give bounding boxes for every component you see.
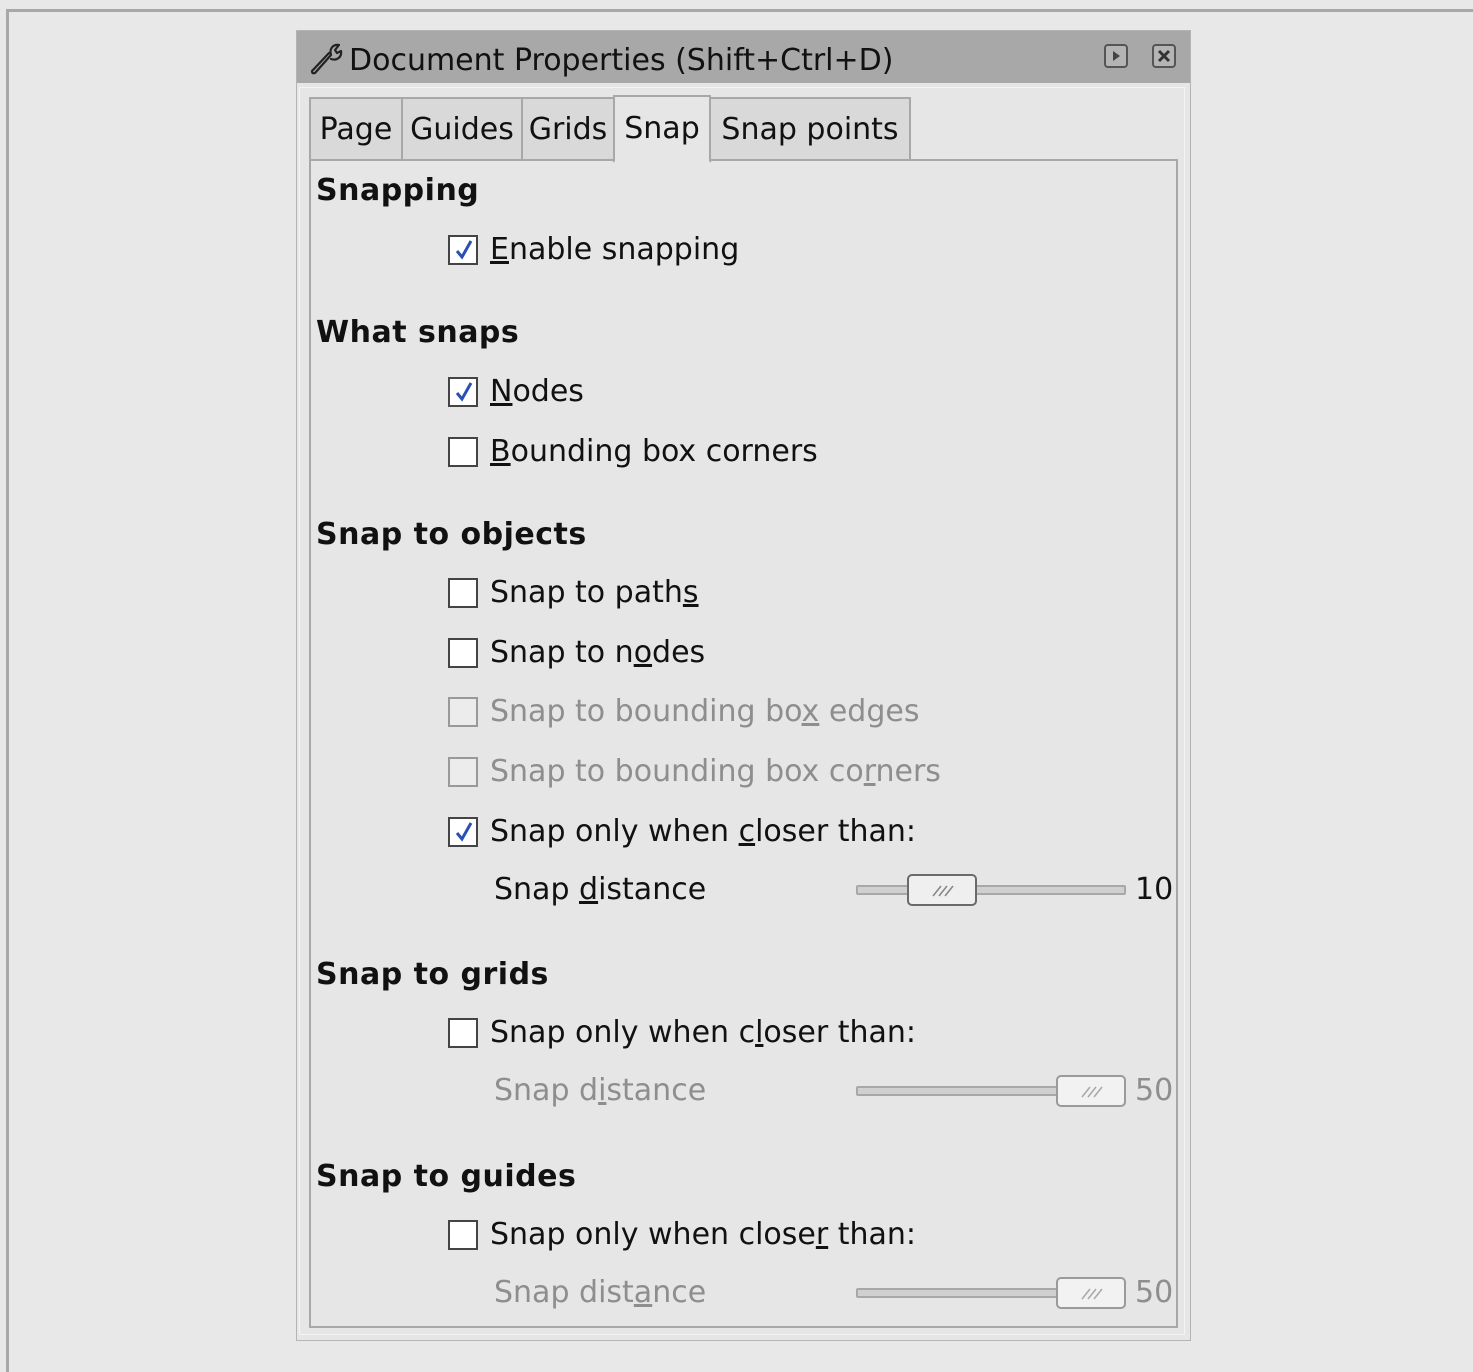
label-text: Snap to bounding box co xyxy=(490,754,864,789)
label-text: nce xyxy=(652,1275,707,1310)
checkbox-label: Snap only when closer than: xyxy=(490,813,916,851)
mnemonic-char: x xyxy=(801,694,820,729)
tab-label: Snap xyxy=(624,111,700,146)
label-text: des xyxy=(652,635,706,670)
checkbox-box[interactable] xyxy=(448,1018,478,1048)
checkbox-box[interactable] xyxy=(448,377,478,407)
slider-thumb[interactable] xyxy=(1056,1075,1126,1107)
label-text: loser than: xyxy=(755,814,917,849)
grip-icon xyxy=(931,885,954,897)
label-text: ounding box corners xyxy=(510,434,818,469)
checkbox-box[interactable] xyxy=(448,578,478,608)
tab-label: Grids xyxy=(528,112,608,147)
tab-label: Guides xyxy=(410,112,514,147)
slider-value: 50 xyxy=(1135,1073,1174,1108)
label-text: odes xyxy=(512,374,584,409)
checkbox-label: Snap to paths xyxy=(490,574,699,612)
label-text: Snap only when xyxy=(490,814,739,849)
shade-icon xyxy=(1113,51,1120,61)
label-text: than: xyxy=(828,1217,917,1252)
guides-snap-distance-slider[interactable]: Snap distance 50 xyxy=(297,1272,1190,1316)
tab-snap[interactable]: Snap xyxy=(613,95,711,163)
tab-label: Page xyxy=(319,112,393,147)
mnemonic-char: r xyxy=(815,1217,829,1252)
label-text: Snap dist xyxy=(494,1275,634,1310)
label-text: istance xyxy=(598,872,707,907)
heading-what-snaps: What snaps xyxy=(316,315,520,350)
heading-snap-to-guides: Snap to guides xyxy=(316,1159,577,1194)
checkmark-icon xyxy=(455,240,473,260)
tab-grids[interactable]: Grids xyxy=(521,97,615,159)
label-text: Snap to n xyxy=(490,635,634,670)
mnemonic-char: a xyxy=(633,1275,653,1310)
slider-label: Snap distance xyxy=(494,1274,706,1312)
checkbox-label: Bounding box corners xyxy=(490,433,818,471)
objects-snap-distance-slider[interactable]: Snap distance 10 xyxy=(297,869,1190,913)
mnemonic-char: c xyxy=(738,814,756,849)
grids-snap-distance-slider[interactable]: Snap distance 50 xyxy=(297,1070,1190,1114)
checkbox-box[interactable] xyxy=(448,697,478,727)
mnemonic-char: N xyxy=(490,374,513,409)
label-text: Snap to path xyxy=(490,575,683,610)
mnemonic-char: E xyxy=(490,232,509,267)
mnemonic-char: B xyxy=(490,434,511,469)
mnemonic-char: d xyxy=(579,872,599,907)
checkbox-box[interactable] xyxy=(448,757,478,787)
slider-thumb[interactable] xyxy=(1056,1277,1126,1309)
slider-label: Snap distance xyxy=(494,871,706,909)
label-text: Snap only when c xyxy=(490,1015,756,1050)
label-text: Snap only when close xyxy=(490,1217,816,1252)
wrench-icon xyxy=(310,43,343,75)
label-text: Snap d xyxy=(494,1073,599,1108)
checkbox-label: Nodes xyxy=(490,373,584,411)
window-title: Document Properties (Shift+Ctrl+D) xyxy=(349,43,894,78)
mnemonic-char: o xyxy=(633,635,653,670)
heading-snap-to-grids: Snap to grids xyxy=(316,957,549,992)
checkbox-label: Snap to bounding box corners xyxy=(490,753,941,791)
slider-label: Snap distance xyxy=(494,1072,706,1110)
slider-value: 10 xyxy=(1135,872,1174,907)
checkbox-label: Enable snapping xyxy=(490,231,739,269)
slider-thumb[interactable] xyxy=(906,874,977,906)
grip-icon xyxy=(1081,1086,1103,1098)
shade-button[interactable] xyxy=(1104,44,1128,68)
tab-guides[interactable]: Guides xyxy=(401,97,523,159)
grip-icon xyxy=(1081,1288,1103,1300)
tab-snap-points[interactable]: Snap points xyxy=(709,97,911,159)
slider-value: 50 xyxy=(1135,1275,1174,1310)
tab-label: Snap points xyxy=(721,112,899,147)
checkbox-box[interactable] xyxy=(448,1220,478,1250)
heading-snap-to-objects: Snap to objects xyxy=(316,517,587,552)
checkbox-box[interactable] xyxy=(448,235,478,265)
checkmark-icon xyxy=(455,382,473,402)
label-text: ners xyxy=(875,754,941,789)
slider-track[interactable] xyxy=(856,885,1126,895)
label-text: stance xyxy=(606,1073,707,1108)
title-bar[interactable]: Document Properties (Shift+Ctrl+D) xyxy=(297,31,1190,83)
checkbox-box[interactable] xyxy=(448,817,478,847)
checkbox-label: Snap only when closer than: xyxy=(490,1014,916,1052)
label-text: oser than: xyxy=(763,1015,917,1050)
checkbox-label: Snap to nodes xyxy=(490,634,705,672)
heading-snapping: Snapping xyxy=(316,173,480,208)
label-text: Snap to bounding bo xyxy=(490,694,802,729)
mnemonic-char: r xyxy=(863,754,876,789)
checkmark-icon xyxy=(455,822,473,842)
mnemonic-char: s xyxy=(682,575,699,610)
label-text: nable snapping xyxy=(508,232,740,267)
close-icon xyxy=(1157,49,1171,63)
close-button[interactable] xyxy=(1152,44,1176,68)
label-text: edges xyxy=(819,694,920,729)
tab-page[interactable]: Page xyxy=(309,97,403,159)
checkbox-label: Snap to bounding box edges xyxy=(490,693,919,731)
document-properties-dialog: Document Properties (Shift+Ctrl+D) Page … xyxy=(296,30,1191,1341)
label-text: Snap xyxy=(494,872,580,907)
checkbox-box[interactable] xyxy=(448,437,478,467)
checkbox-label: Snap only when closer than: xyxy=(490,1216,916,1254)
checkbox-box[interactable] xyxy=(448,638,478,668)
